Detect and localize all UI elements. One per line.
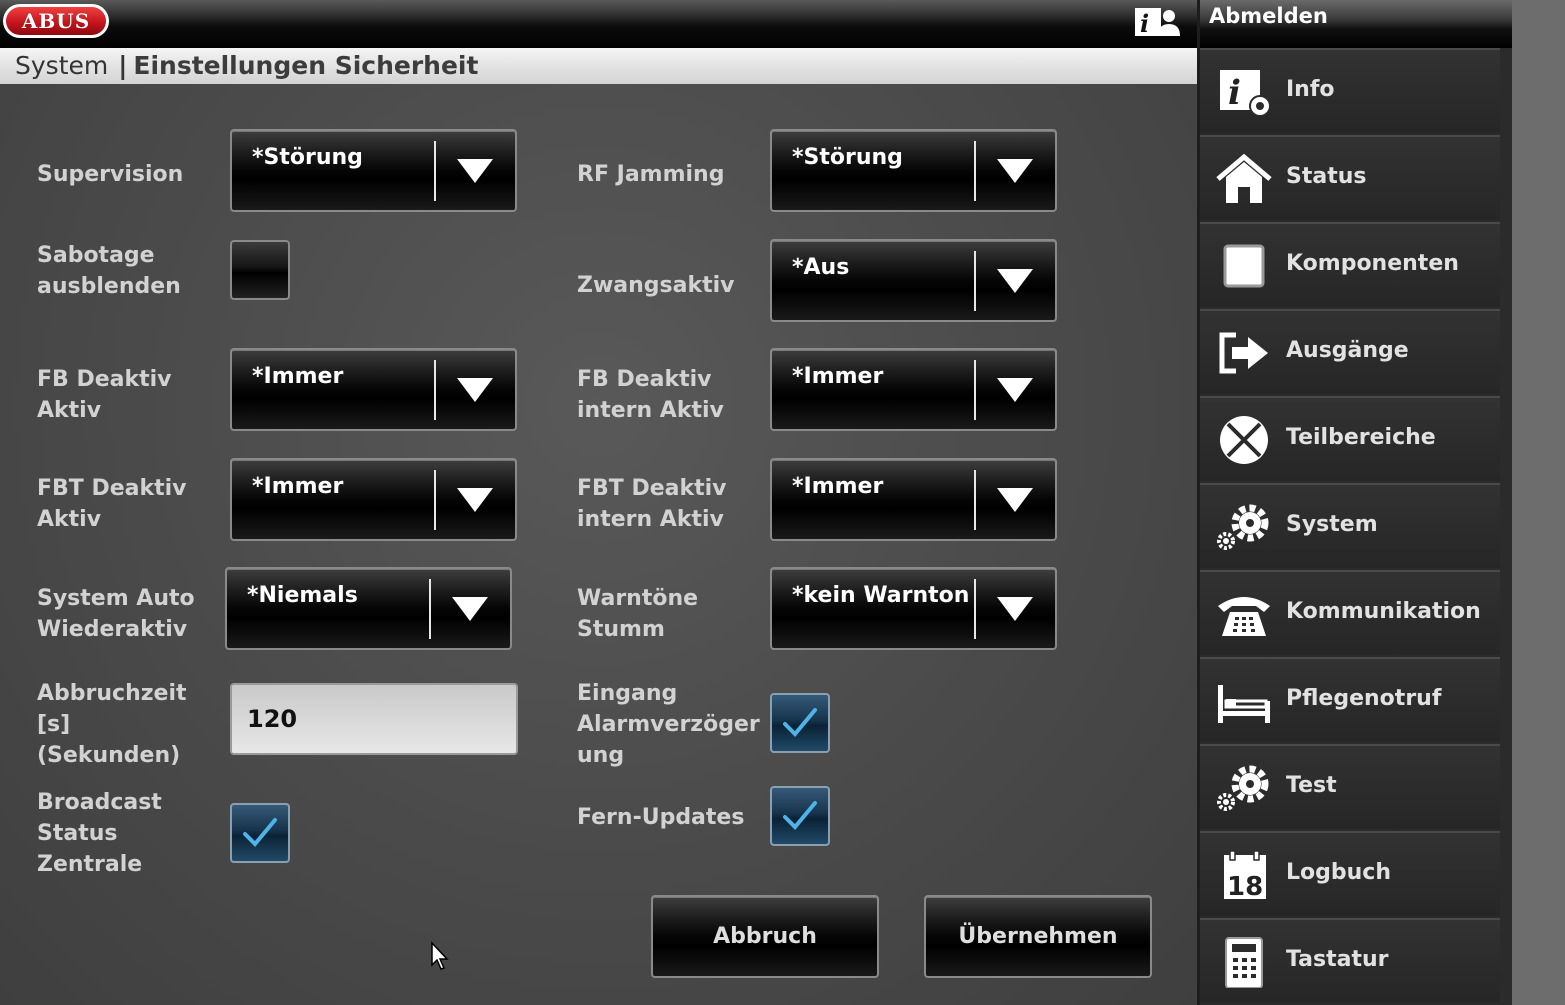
fern-updates-checkbox[interactable]: [770, 786, 830, 846]
warntoene-label: Warntöne Stumm: [577, 586, 699, 642]
sidebar-item-test[interactable]: Test: [1200, 744, 1500, 829]
window-edge: [1512, 0, 1565, 1005]
system-auto-select[interactable]: *Niemals: [225, 567, 512, 650]
house-icon: [1216, 153, 1272, 203]
chevron-down-icon: [997, 378, 1033, 402]
broadcast-checkbox[interactable]: [230, 803, 290, 863]
fb-deaktiv-intern-label: FB Deaktiv intern Aktiv: [577, 367, 724, 423]
select-value: *Immer: [252, 474, 344, 499]
gears-icon: [1217, 504, 1269, 550]
breadcrumb-separator: |: [118, 51, 128, 80]
telephone-icon: [1218, 597, 1270, 636]
sidebar-item-pflegenotruf[interactable]: Pflegenotruf: [1200, 657, 1500, 742]
fb-deaktiv-aktiv-select[interactable]: *Immer: [230, 348, 517, 431]
fern-updates-label: Fern-Updates: [577, 805, 745, 830]
chevron-down-icon: [457, 159, 493, 183]
fb-deaktiv-aktiv-label: FB Deaktiv Aktiv: [37, 367, 172, 423]
sabotage-checkbox[interactable]: [230, 240, 290, 300]
svg-text:i: i: [1228, 73, 1241, 113]
fbt-deaktiv-intern-select[interactable]: *Immer: [770, 458, 1057, 541]
checkmark-icon: [783, 801, 817, 830]
system-auto-label: System Auto Wiederaktiv: [37, 586, 195, 642]
chevron-down-icon: [997, 159, 1033, 183]
fbt-deaktiv-intern-label: FBT Deaktiv intern Aktiv: [577, 476, 727, 532]
svg-text:i: i: [1140, 9, 1149, 38]
top-bar: ABUS i: [0, 0, 1197, 48]
select-value: *Immer: [792, 364, 884, 389]
select-value: *Störung: [252, 145, 363, 170]
sidebar-item-ausgaenge[interactable]: Ausgänge: [1200, 309, 1500, 394]
rf-jamming-select[interactable]: *Störung: [770, 129, 1057, 212]
sidebar-item-kommunikation[interactable]: Kommunikation: [1200, 570, 1500, 655]
eingang-checkbox[interactable]: [770, 693, 830, 753]
warntoene-select[interactable]: *kein Warnton: [770, 567, 1057, 650]
fbt-deaktiv-aktiv-select[interactable]: *Immer: [230, 458, 517, 541]
chevron-down-icon: [452, 597, 488, 621]
info-user-icon[interactable]: i: [1134, 6, 1180, 38]
select-value: *Niemals: [247, 583, 358, 608]
svg-text:18: 18: [1227, 872, 1263, 901]
sidebar: Abmelden i Info Status Komponenten Ausgä…: [1197, 0, 1512, 1005]
zwangsaktiv-select[interactable]: *Aus: [770, 239, 1057, 322]
supervision-select[interactable]: *Störung: [230, 129, 517, 212]
sidebar-item-teilbereiche[interactable]: Teilbereiche: [1200, 396, 1500, 481]
chevron-down-icon: [457, 488, 493, 512]
sidebar-item-info[interactable]: i Info: [1200, 48, 1500, 133]
abbruchzeit-label: Abbruchzeit [s] (Sekunden): [37, 681, 187, 768]
cancel-button[interactable]: Abbruch: [651, 895, 879, 978]
select-value: *Immer: [792, 474, 884, 499]
bed-icon: [1218, 685, 1270, 723]
breadcrumb: System | Einstellungen Sicherheit: [0, 48, 1197, 84]
checkmark-icon: [783, 708, 817, 737]
breadcrumb-section[interactable]: System: [15, 51, 108, 80]
rf-jamming-label: RF Jamming: [577, 162, 725, 187]
sabotage-label: Sabotage ausblenden: [37, 243, 181, 299]
square-icon: [1223, 244, 1265, 288]
chevron-down-icon: [997, 597, 1033, 621]
sidebar-item-status[interactable]: Status: [1200, 135, 1500, 220]
abbruchzeit-input[interactable]: [230, 683, 518, 755]
select-value: *Immer: [252, 364, 344, 389]
exit-arrow-icon: [1219, 332, 1268, 374]
supervision-label: Supervision: [37, 162, 184, 187]
gears-icon: [1217, 765, 1269, 811]
select-value: *kein Warnton: [792, 583, 970, 608]
checkmark-icon: [243, 818, 277, 847]
mouse-cursor-icon: [431, 941, 449, 970]
settings-panel: [0, 84, 1197, 1005]
info-gear-icon: i: [1220, 70, 1271, 117]
broadcast-label: Broadcast Status Zentrale: [37, 790, 162, 877]
sidebar-item-system[interactable]: System: [1200, 483, 1500, 568]
calendar-icon: 18: [1224, 850, 1266, 901]
chevron-down-icon: [997, 269, 1033, 293]
sidebar-item-logbuch[interactable]: 18 Logbuch: [1200, 831, 1500, 916]
eingang-label: Eingang Alarmverzöger ung: [577, 681, 760, 768]
page-title: Einstellungen Sicherheit: [133, 51, 479, 80]
pie-x-icon: [1220, 416, 1268, 464]
chevron-down-icon: [457, 378, 493, 402]
keypad-icon: [1225, 937, 1263, 988]
apply-button[interactable]: Übernehmen: [924, 895, 1152, 978]
logout-button[interactable]: Abmelden: [1200, 0, 1512, 48]
fb-deaktiv-intern-select[interactable]: *Immer: [770, 348, 1057, 431]
chevron-down-icon: [997, 488, 1033, 512]
select-value: *Störung: [792, 145, 903, 170]
select-value: *Aus: [792, 255, 850, 280]
zwangsaktiv-label: Zwangsaktiv: [577, 273, 735, 298]
abus-logo: ABUS: [3, 4, 109, 38]
fbt-deaktiv-aktiv-label: FBT Deaktiv Aktiv: [37, 476, 187, 532]
sidebar-item-tastatur[interactable]: Tastatur: [1200, 918, 1500, 1003]
sidebar-item-komponenten[interactable]: Komponenten: [1200, 222, 1500, 307]
